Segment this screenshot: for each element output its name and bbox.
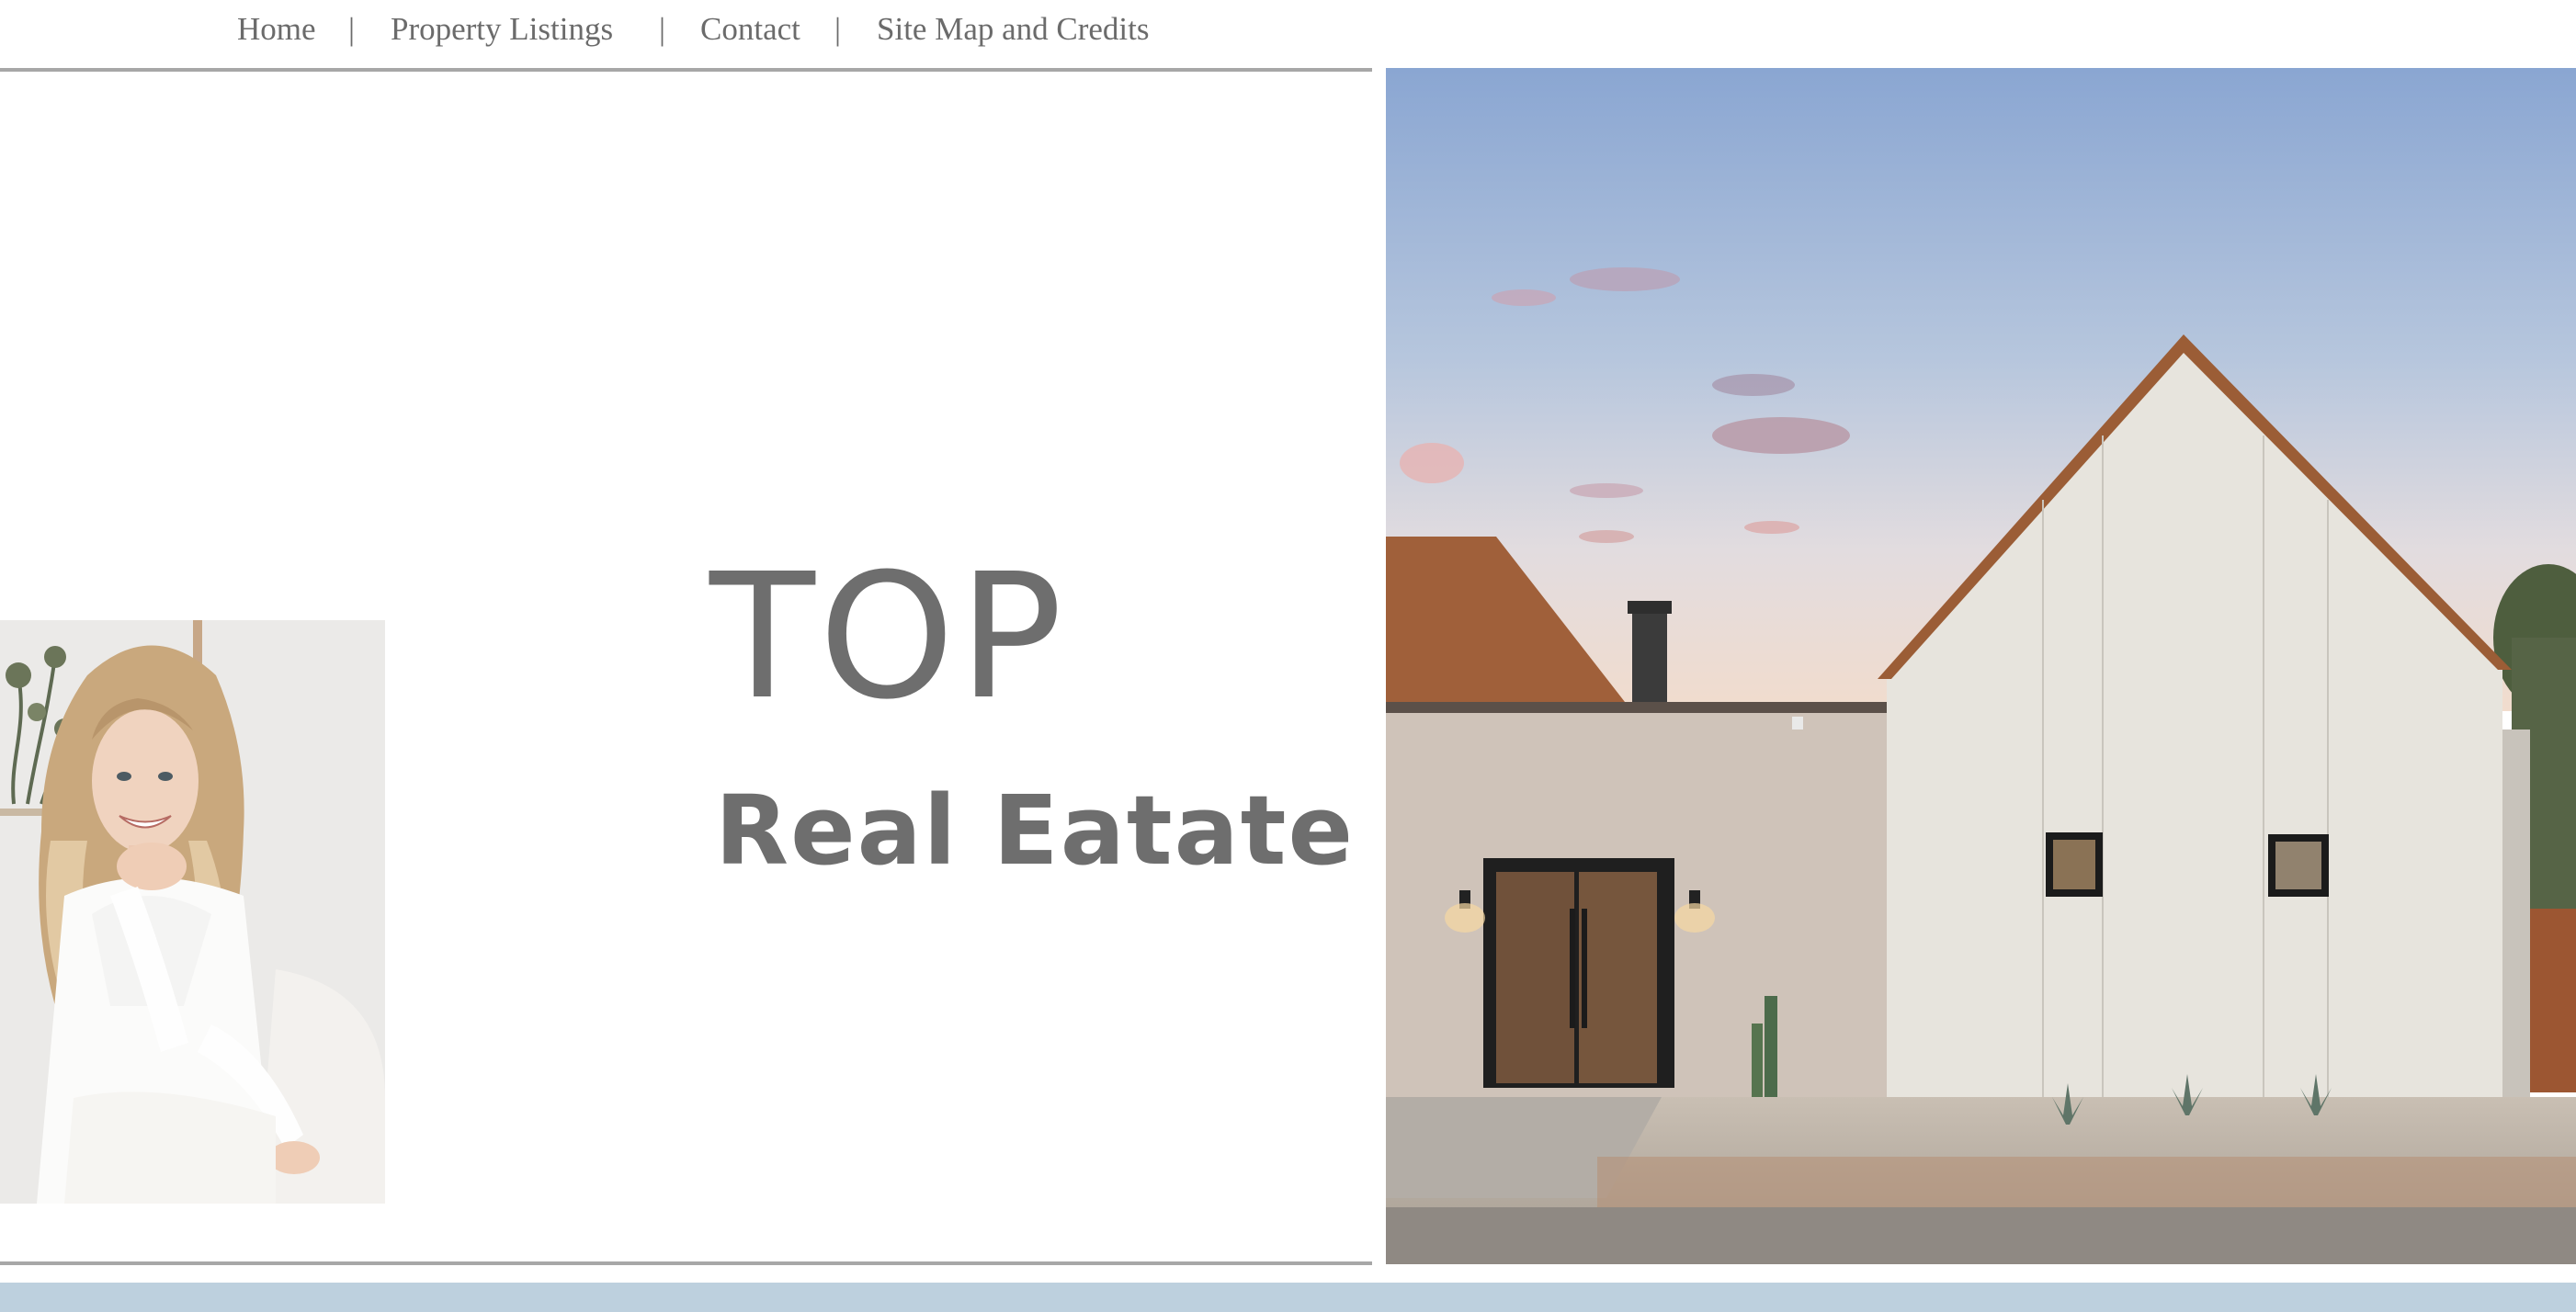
nav-link-property-listings[interactable]: Property Listings <box>391 11 613 48</box>
house-illustration <box>1386 68 2576 1264</box>
agent-portrait-image <box>0 620 385 1204</box>
agent-portrait-illustration <box>0 620 385 1204</box>
nav-separator: | <box>659 11 666 47</box>
nav-separator: | <box>348 11 356 47</box>
house-hero-image <box>1386 68 2576 1264</box>
nav-link-contact[interactable]: Contact <box>700 11 800 48</box>
nav-link-site-map-credits[interactable]: Site Map and Credits <box>877 11 1150 48</box>
nav-link-home[interactable]: Home <box>237 11 316 48</box>
top-navigation: Home | Property Listings | Contact | Sit… <box>0 0 1372 68</box>
nav-divider <box>0 68 1372 72</box>
hero-title: TOP <box>709 537 1067 738</box>
footer-band <box>0 1283 2576 1312</box>
content-bottom-divider <box>0 1261 1372 1265</box>
hero-subtitle: Real Eatate <box>715 775 1356 887</box>
nav-separator: | <box>834 11 842 47</box>
